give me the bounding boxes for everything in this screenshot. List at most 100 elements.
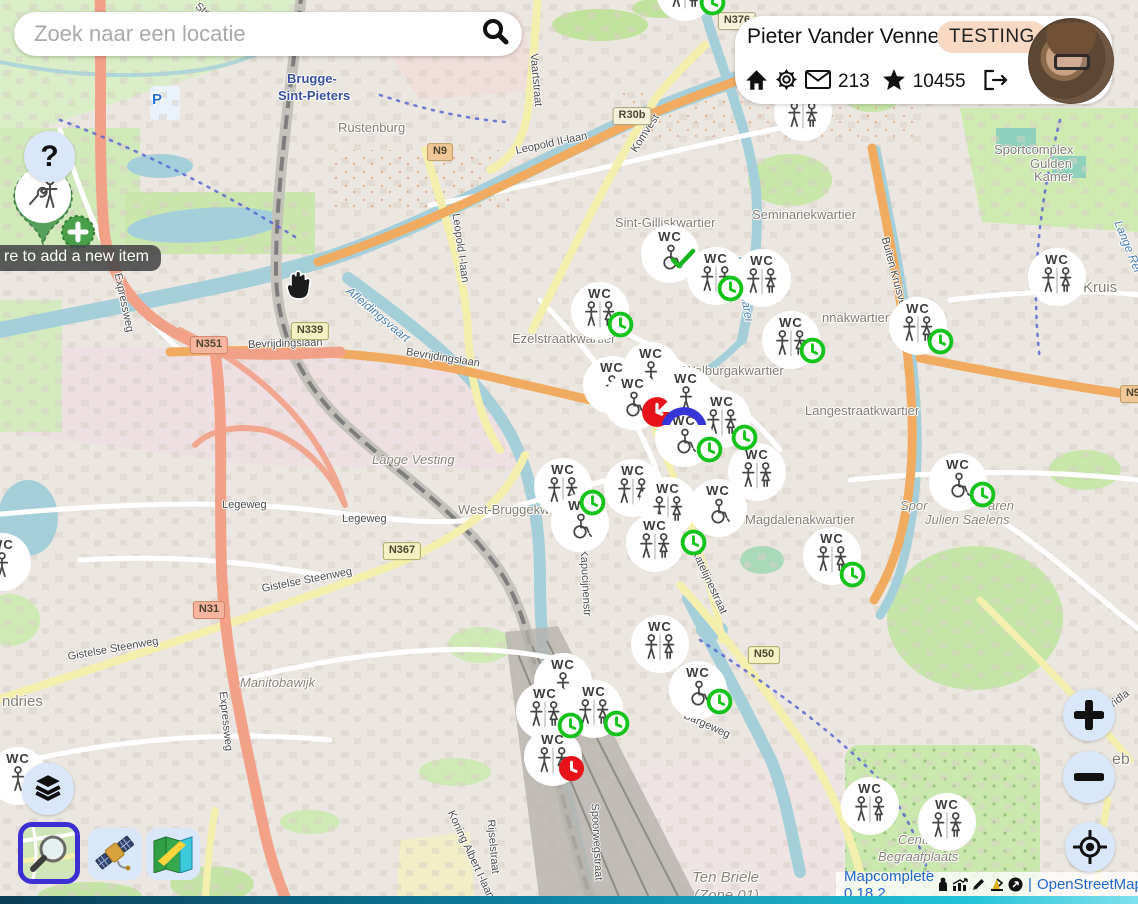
marker-wc-label: WC: [858, 782, 882, 796]
marker-status-badge[interactable]: [579, 489, 606, 516]
edit-pencil-icon: [971, 877, 986, 892]
marker-wc-label: WC: [750, 254, 774, 268]
marker-status-badge[interactable]: [699, 0, 726, 16]
blue-arc-marker: [660, 399, 708, 425]
contributor-icon: [937, 877, 949, 892]
home-icon[interactable]: [745, 69, 768, 96]
toilet-figure-icon: [0, 552, 12, 579]
crosshair-icon: [1073, 830, 1107, 864]
open-clock-badge: [799, 337, 826, 364]
marker-wc-label: WC: [1045, 253, 1069, 267]
male-female-toilet-icon: [738, 462, 776, 489]
marker-wc-label: WC: [674, 372, 698, 386]
marker-wc-label: WC: [935, 798, 959, 812]
marker-status-badge[interactable]: [696, 436, 723, 463]
gear-icon[interactable]: [775, 68, 798, 96]
map-viewport[interactable]: Brugge-Sint-PietersPSteenwegRustenburgSi…: [0, 0, 1138, 904]
marker-wc-label: WC: [686, 666, 710, 680]
user-panel[interactable]: Pieter Vander Vennet TESTING 213 10455: [735, 16, 1112, 104]
open-clock-badge: [969, 481, 996, 508]
open-clock-badge: [696, 436, 723, 463]
minus-icon: [1074, 762, 1104, 792]
male-female-toilet-icon: [784, 102, 822, 129]
messages-icon[interactable]: [805, 70, 831, 94]
marker-wc-label: WC: [656, 482, 680, 496]
open-clock-badge: [557, 712, 584, 739]
male-female-toilet-icon: [641, 634, 679, 661]
check-badge: [670, 247, 696, 271]
search-input[interactable]: [32, 20, 480, 48]
marker-status-badge[interactable]: [680, 529, 707, 556]
marker-wc-label: WC: [621, 377, 645, 391]
open-clock-badge: [603, 710, 630, 737]
attribution-separator: |: [1028, 876, 1032, 893]
circle-arrow-icon: [1008, 877, 1023, 892]
marker-status-badge[interactable]: [839, 561, 866, 588]
open-clock-badge: [699, 0, 726, 16]
zoom-in-button[interactable]: [1063, 689, 1115, 741]
background-map-button[interactable]: [146, 828, 200, 880]
marker-wc-label: WC: [779, 316, 803, 330]
open-clock-badge: [717, 275, 744, 302]
marker-status-badge[interactable]: [799, 337, 826, 364]
open-clock-badge: [607, 311, 634, 338]
closed-clock-badge: [558, 755, 585, 782]
marker-wc-label: WC: [639, 347, 663, 361]
plus-icon: [1074, 700, 1104, 730]
zoom-out-button[interactable]: [1063, 751, 1115, 803]
marker-status-badge[interactable]: [557, 712, 584, 739]
open-clock-badge: [731, 424, 758, 451]
layers-icon: [31, 771, 65, 808]
marker-wc-label: WC: [946, 458, 970, 472]
location-search[interactable]: [14, 12, 522, 56]
osm-link[interactable]: OpenStreetMap: [1037, 876, 1138, 893]
open-clock-badge: [927, 328, 954, 355]
help-label: ?: [40, 140, 58, 174]
marker-status-badge[interactable]: [660, 399, 708, 425]
marker-wc-label: WC: [648, 620, 672, 634]
changesets-count: 10455: [913, 71, 966, 93]
marker-wc-label: WC: [582, 685, 606, 699]
marker-wc-label: WC: [6, 752, 30, 766]
josm-icon: [989, 877, 1005, 892]
background-satellite-button[interactable]: [88, 828, 142, 880]
marker-status-badge[interactable]: [706, 688, 733, 715]
open-clock-badge: [680, 529, 707, 556]
marker-status-badge[interactable]: [927, 328, 954, 355]
marker-wc-label: WC: [710, 395, 734, 409]
marker-status-badge[interactable]: [717, 275, 744, 302]
toilet-marker[interactable]: WC: [841, 777, 899, 835]
marker-wc-label: WC: [706, 484, 730, 498]
marker-wc-label: WC: [551, 463, 575, 477]
logout-icon[interactable]: [983, 69, 1008, 96]
add-item-tooltip: re to add a new item: [0, 245, 161, 271]
male-female-toilet-icon: [1038, 267, 1076, 294]
open-clock-badge: [579, 489, 606, 516]
star-icon[interactable]: [882, 68, 906, 96]
search-icon[interactable]: [480, 17, 510, 52]
help-button[interactable]: ?: [24, 131, 75, 182]
marker-wc-label: WC: [588, 287, 612, 301]
marker-status-badge[interactable]: [969, 481, 996, 508]
marker-status-badge[interactable]: [603, 710, 630, 737]
marker-status-badge[interactable]: [607, 311, 634, 338]
toilet-marker[interactable]: WC: [1028, 248, 1086, 306]
open-clock-badge: [706, 688, 733, 715]
background-osm-button[interactable]: [18, 822, 80, 884]
locate-button[interactable]: [1065, 822, 1115, 872]
avatar[interactable]: [1028, 18, 1114, 104]
marker-status-badge[interactable]: [670, 247, 696, 271]
hand-cursor-icon: [281, 269, 313, 310]
marker-wc-label: WC: [621, 464, 645, 478]
toilet-marker[interactable]: WC: [728, 443, 786, 501]
toilet-marker[interactable]: WC: [918, 793, 976, 851]
wheelchair-toilet-icon: [566, 513, 594, 540]
marker-status-badge[interactable]: [731, 424, 758, 451]
toilet-marker[interactable]: WC: [626, 514, 684, 572]
attribution-bar[interactable]: Mapcomplete 0.18.2 | OpenStreetMap: [836, 872, 1138, 897]
toilet-marker[interactable]: WC: [0, 533, 31, 591]
layers-button[interactable]: [22, 763, 74, 815]
male-female-toilet-icon: [928, 812, 966, 839]
marker-wc-label: WC: [704, 252, 728, 266]
marker-status-badge[interactable]: [558, 755, 585, 782]
